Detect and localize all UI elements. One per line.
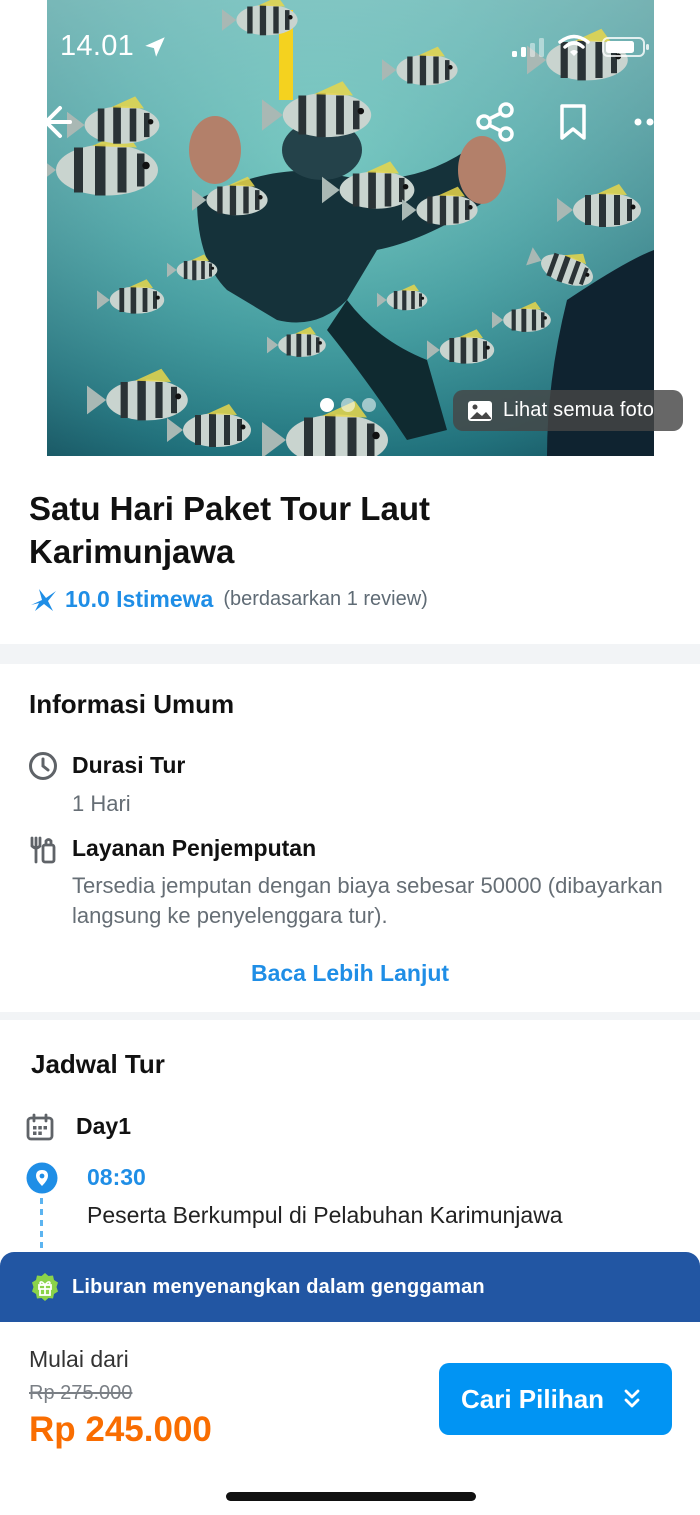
read-more-link[interactable]: Baca Lebih Lanjut: [0, 960, 700, 987]
status-bar: 14.01: [0, 28, 700, 68]
back-arrow-icon[interactable]: [36, 100, 76, 144]
double-chevron-down-icon: [624, 1389, 640, 1408]
clock-icon: [29, 752, 57, 780]
section-divider: [0, 1012, 700, 1020]
section-divider: [0, 644, 700, 664]
wifi-icon: [558, 34, 590, 56]
rating-review-count: (berdasarkan 1 review): [223, 588, 428, 610]
location-pin-icon: [26, 1162, 58, 1194]
see-all-photos-label: Lihat semua foto: [503, 399, 655, 421]
promo-banner-text: Liburan menyenangkan dalam genggaman: [72, 1275, 485, 1298]
see-all-photos-button[interactable]: Lihat semua foto: [453, 390, 683, 431]
day-label: Day1: [76, 1113, 131, 1139]
tour-title: Satu Hari Paket Tour Laut Karimunjawa: [29, 490, 430, 570]
pickup-value: Tersedia jemputan dengan biaya sebesar 5…: [72, 873, 663, 928]
timeline-connector: [40, 1198, 43, 1254]
duration-value: 1 Hari: [72, 791, 131, 816]
rating-score: 10.0 Istimewa: [65, 586, 214, 612]
gift-badge-icon: [32, 1273, 58, 1301]
rating-row[interactable]: 10.0 Istimewa (berdasarkan 1 review): [29, 586, 428, 613]
home-indicator[interactable]: [226, 1492, 476, 1501]
pagination-dot-active: [320, 398, 334, 412]
price-start-label: Mulai dari: [29, 1346, 129, 1372]
hero-gallery[interactable]: 14.01 Lihat semua foto: [0, 0, 700, 456]
bookmark-icon[interactable]: [553, 100, 593, 144]
pagination-dot: [362, 398, 376, 412]
location-arrow-icon: [145, 37, 165, 57]
pickup-service-icon: [30, 836, 56, 864]
pickup-label: Layanan Penjemputan: [72, 835, 317, 861]
discounted-price: Rp 245.000: [29, 1410, 212, 1449]
schedule-activity: Peserta Berkumpul di Pelabuhan Karimunja…: [87, 1202, 563, 1228]
price-footer: Mulai dari Rp 275.000 Rp 245.000 Cari Pi…: [0, 1322, 700, 1515]
image-icon: [468, 400, 492, 421]
cellular-signal-icon: [512, 38, 544, 57]
underwater-photo-illustration: [47, 0, 654, 456]
battery-icon: [602, 37, 649, 57]
status-time: 14.01: [60, 30, 135, 62]
schedule-heading: Jadwal Tur: [31, 1049, 165, 1079]
photo-pagination-dots: [320, 398, 376, 412]
original-price: Rp 275.000: [29, 1382, 133, 1404]
more-options-icon[interactable]: [628, 100, 668, 144]
duration-label: Durasi Tur: [72, 752, 186, 778]
hero-photo[interactable]: [47, 0, 654, 456]
promo-banner[interactable]: Liburan menyenangkan dalam genggaman: [0, 1252, 700, 1322]
find-options-button[interactable]: Cari Pilihan: [439, 1363, 672, 1435]
general-info-heading: Informasi Umum: [29, 689, 235, 719]
share-icon[interactable]: [474, 100, 518, 144]
traveloka-bird-icon: [31, 588, 56, 611]
calendar-icon: [26, 1113, 54, 1141]
find-options-label: Cari Pilihan: [461, 1383, 605, 1414]
pagination-dot: [341, 398, 355, 412]
schedule-time: 08:30: [87, 1164, 146, 1190]
